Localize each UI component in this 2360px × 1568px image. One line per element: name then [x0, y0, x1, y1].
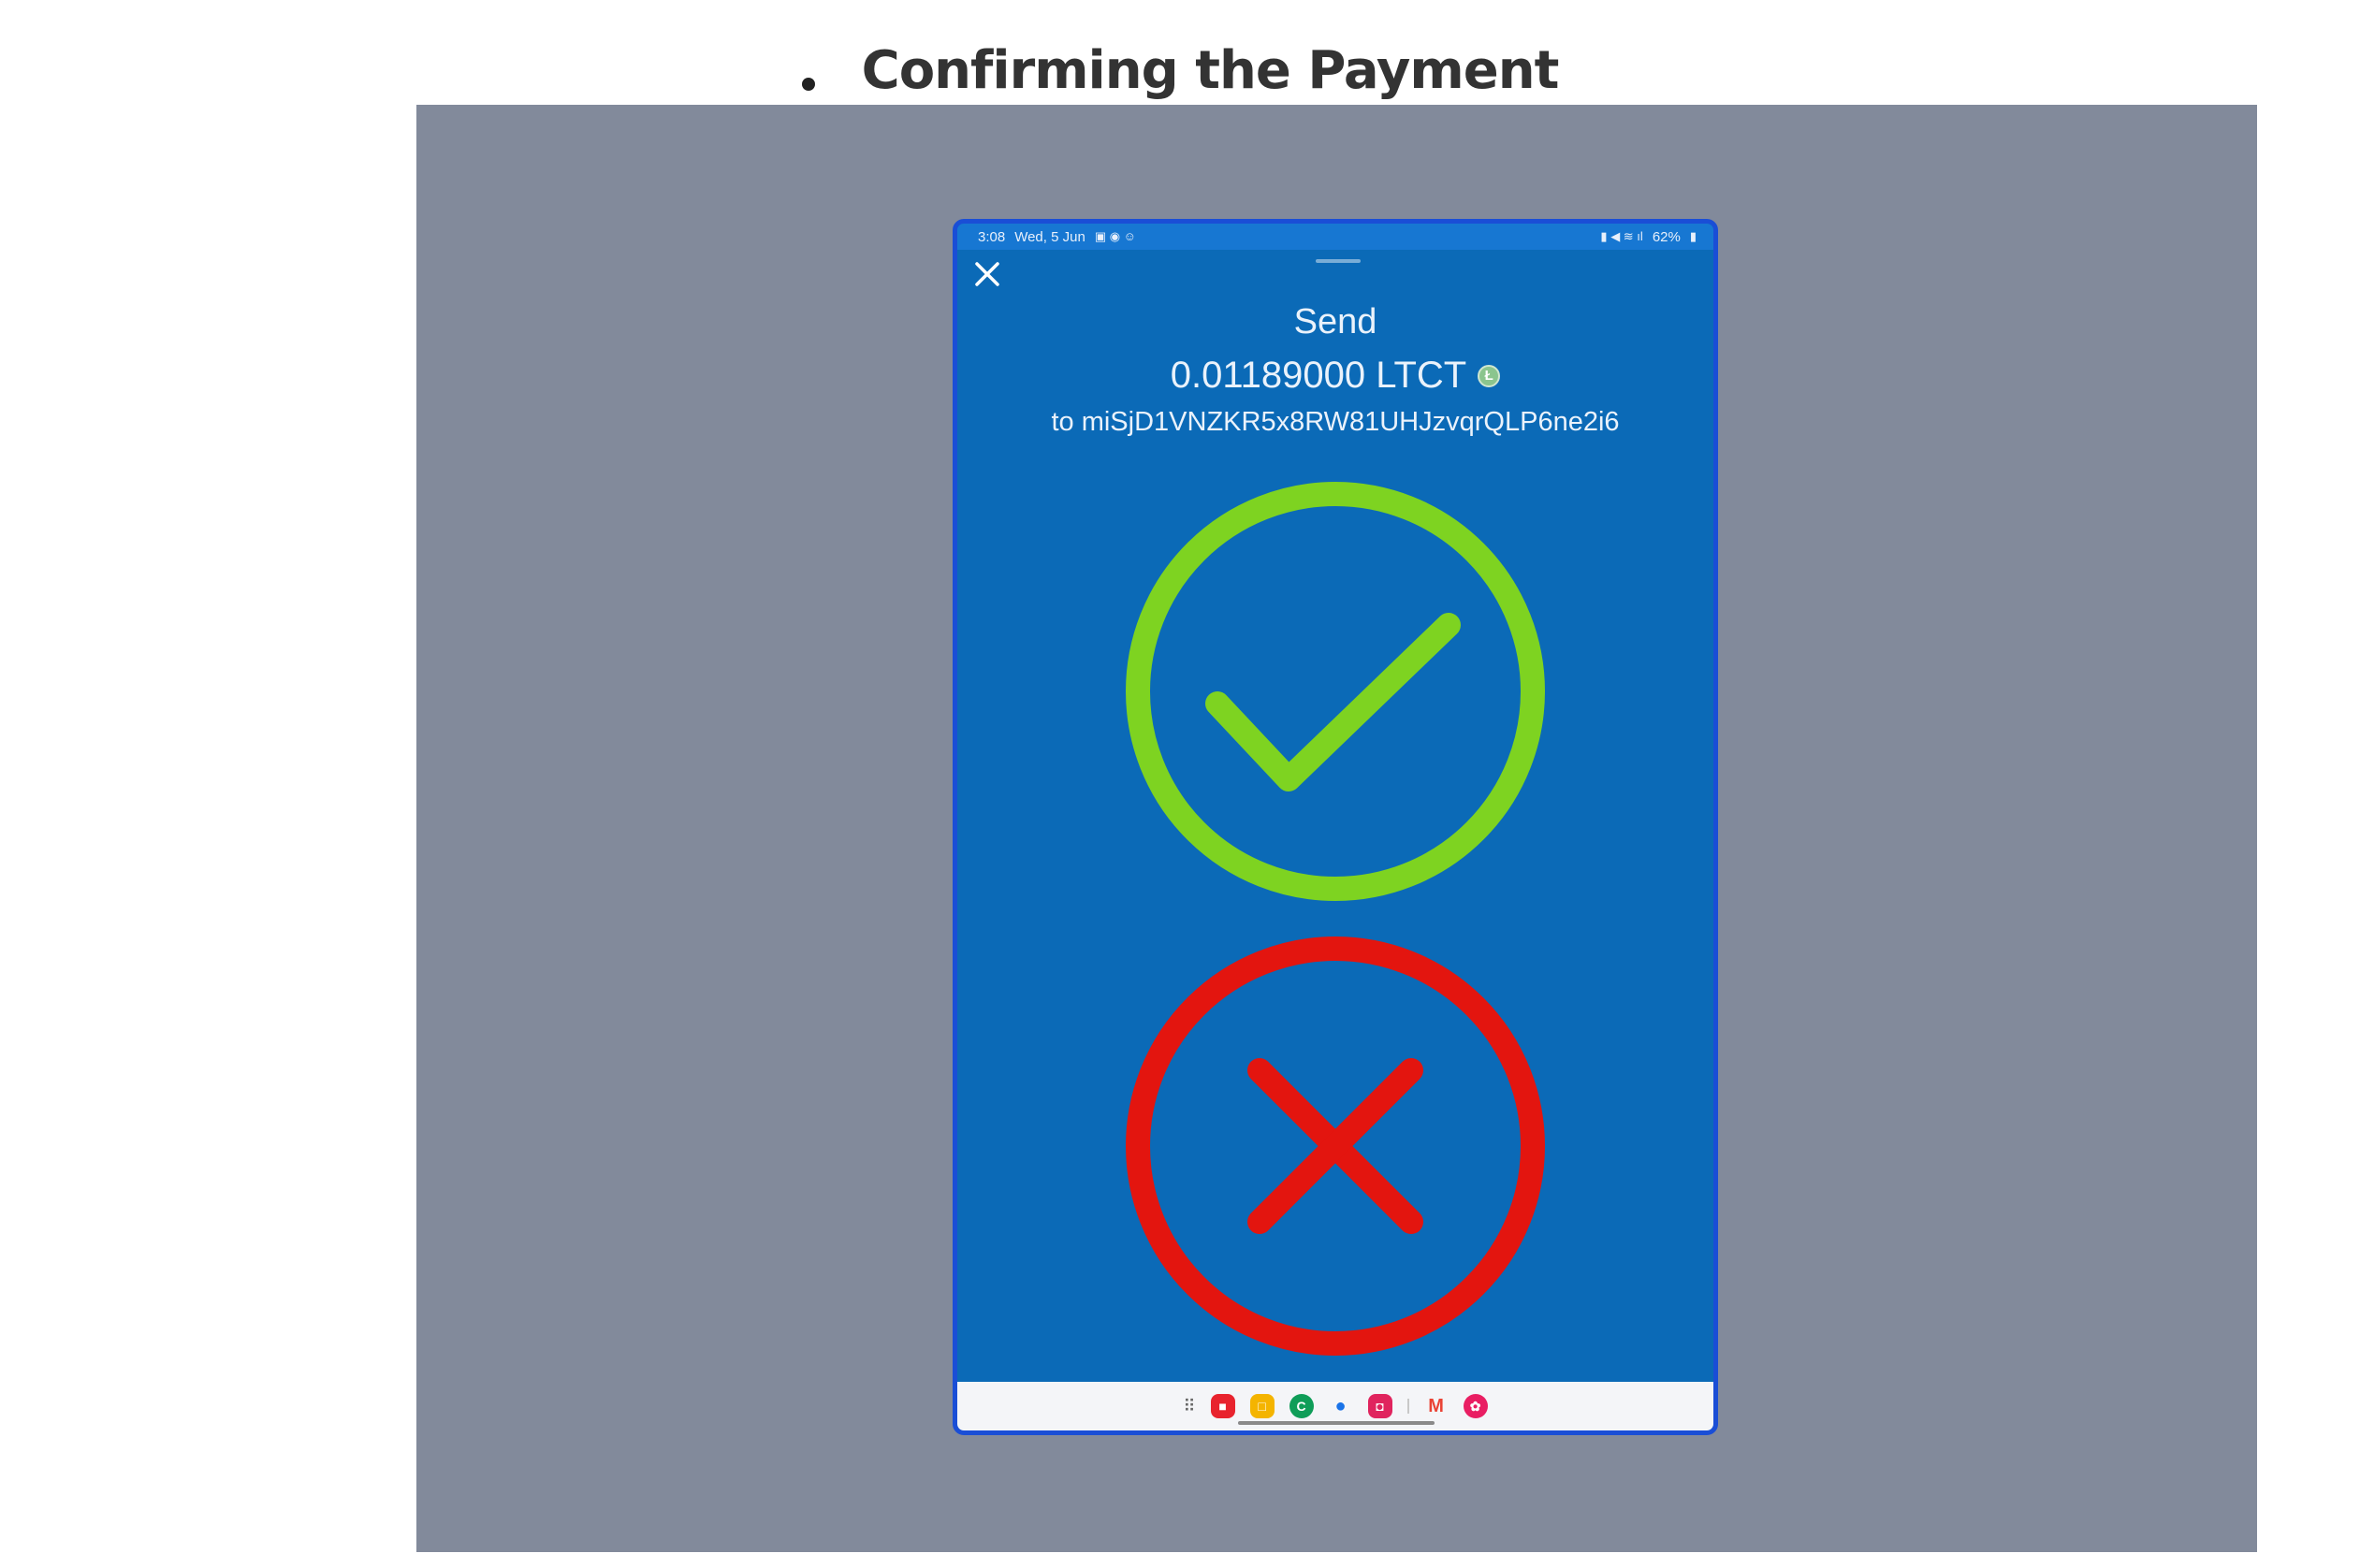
- battery-level: 62%: [1652, 228, 1681, 245]
- yellow-app-icon[interactable]: □: [1249, 1394, 1275, 1418]
- send-label: Send: [1293, 302, 1377, 341]
- app-drawer-icon[interactable]: ⠿: [1183, 1397, 1195, 1416]
- status-time: 3:08: [978, 228, 1006, 245]
- litecoin-icon: Ł: [1478, 364, 1501, 387]
- checkmark-circle-icon: [1126, 482, 1545, 901]
- status-bar: 3:08 Wed, 5 Jun ▣ ◉ ☺ ▮ ◀ ≋ ıl 62% ▮: [957, 224, 1713, 250]
- amount-row: 0.01189000 LTCT Ł: [957, 355, 1713, 397]
- gmail-icon[interactable]: M: [1424, 1394, 1449, 1418]
- recipient-address: to miSjD1VNZKR5x8RW81UHJzvqrQLP6ne2i6: [1051, 407, 1620, 437]
- close-button[interactable]: [969, 255, 1006, 293]
- confirm-button[interactable]: [1126, 482, 1545, 901]
- status-date: Wed, 5 Jun: [1014, 228, 1085, 245]
- close-icon: [975, 262, 999, 286]
- red-app-icon[interactable]: ■: [1210, 1394, 1235, 1418]
- sheet-drag-handle[interactable]: [1316, 259, 1361, 263]
- notification-icons: ▣ ◉ ☺: [1094, 229, 1136, 243]
- taskbar: ⠿ ■ □ C ● ◘ M ✿: [957, 1382, 1713, 1430]
- navigation-pill[interactable]: [1238, 1421, 1435, 1425]
- flower-app-icon[interactable]: ✿: [1463, 1394, 1488, 1418]
- send-amount: 0.01189000 LTCT: [1170, 355, 1467, 396]
- section-heading: Confirming the Payment: [0, 28, 2360, 112]
- messages-icon[interactable]: ●: [1329, 1394, 1353, 1418]
- x-circle-icon: [1126, 936, 1545, 1356]
- page-title: Confirming the Payment: [861, 39, 1560, 101]
- cancel-button[interactable]: [1126, 936, 1545, 1356]
- system-icons: ▮ ◀ ≋ ıl: [1600, 229, 1643, 243]
- green-app-icon[interactable]: C: [1289, 1394, 1314, 1418]
- page: Confirming the Payment 3:08 Wed, 5 Jun ▣…: [0, 0, 2360, 1568]
- battery-icon: ▮: [1689, 229, 1697, 243]
- phone-screen: 3:08 Wed, 5 Jun ▣ ◉ ☺ ▮ ◀ ≋ ıl 62% ▮ Sen…: [953, 219, 1718, 1435]
- bullet-icon: [801, 78, 815, 91]
- taskbar-divider: [1406, 1399, 1409, 1414]
- camera-app-icon[interactable]: ◘: [1367, 1394, 1392, 1418]
